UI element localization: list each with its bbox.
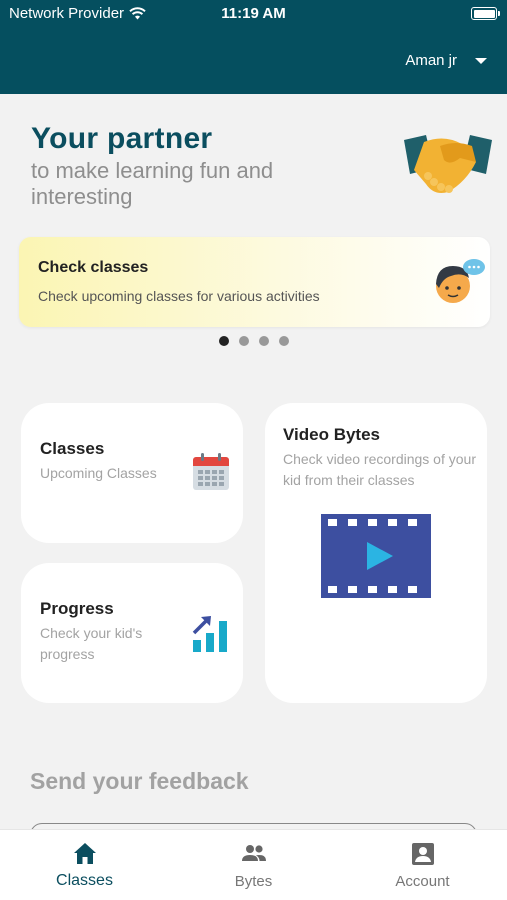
carousel-dot[interactable] (239, 336, 249, 346)
carousel-dot[interactable] (259, 336, 269, 346)
progress-card-description: Check your kid's progress (40, 625, 143, 662)
banner-description: Check upcoming classes for various activ… (38, 288, 320, 304)
progress-card[interactable]: Progress Check your kid's progress (21, 563, 243, 703)
home-icon (74, 843, 96, 864)
classes-card-description: Upcoming Classes (40, 465, 157, 481)
classes-card-title: Classes (40, 439, 105, 458)
tab-account-label: Account (395, 873, 450, 890)
progress-card-title: Progress (40, 599, 114, 618)
status-bar: Network Provider 11:19 AM (0, 0, 507, 28)
account-icon (412, 843, 434, 865)
battery-icon (471, 7, 500, 20)
tab-account[interactable]: Account (338, 830, 507, 900)
carousel-dot[interactable] (279, 336, 289, 346)
user-menu[interactable]: Aman jr (405, 52, 487, 69)
app-header: Network Provider 11:19 AM Aman jr (0, 0, 507, 94)
kid-avatar-icon (436, 259, 485, 303)
video-bytes-card-description: Check video recordings of your kid from … (283, 451, 476, 488)
tab-classes[interactable]: Classes (0, 830, 169, 900)
video-film-icon (321, 514, 431, 598)
video-bytes-card-title: Video Bytes (283, 425, 381, 444)
tab-classes-label: Classes (56, 872, 113, 889)
carousel-pagination (219, 336, 289, 346)
tab-bytes[interactable]: Bytes (169, 830, 338, 900)
user-name: Aman jr (405, 52, 457, 69)
classes-card[interactable]: Classes Upcoming Classes (21, 403, 243, 543)
handshake-icon (404, 135, 492, 193)
feedback-title: Send your feedback (30, 768, 249, 794)
status-time: 11:19 AM (221, 5, 286, 22)
tab-bytes-label: Bytes (234, 873, 273, 890)
caret-down-icon (475, 57, 487, 64)
carousel-dot[interactable] (219, 336, 229, 346)
video-bytes-card[interactable]: Video Bytes Check video recordings of yo… (265, 403, 487, 703)
check-classes-banner[interactable]: Check classes Check upcoming classes for… (19, 237, 490, 327)
hero-subtitle: to make learning fun and interesting (31, 158, 274, 209)
hero-title: Your partner (31, 122, 213, 155)
calendar-icon (193, 453, 229, 490)
people-icon (242, 845, 266, 861)
banner-title: Check classes (38, 259, 149, 276)
bottom-tab-bar: Classes Bytes Account (0, 829, 507, 900)
progress-chart-icon (192, 616, 227, 652)
